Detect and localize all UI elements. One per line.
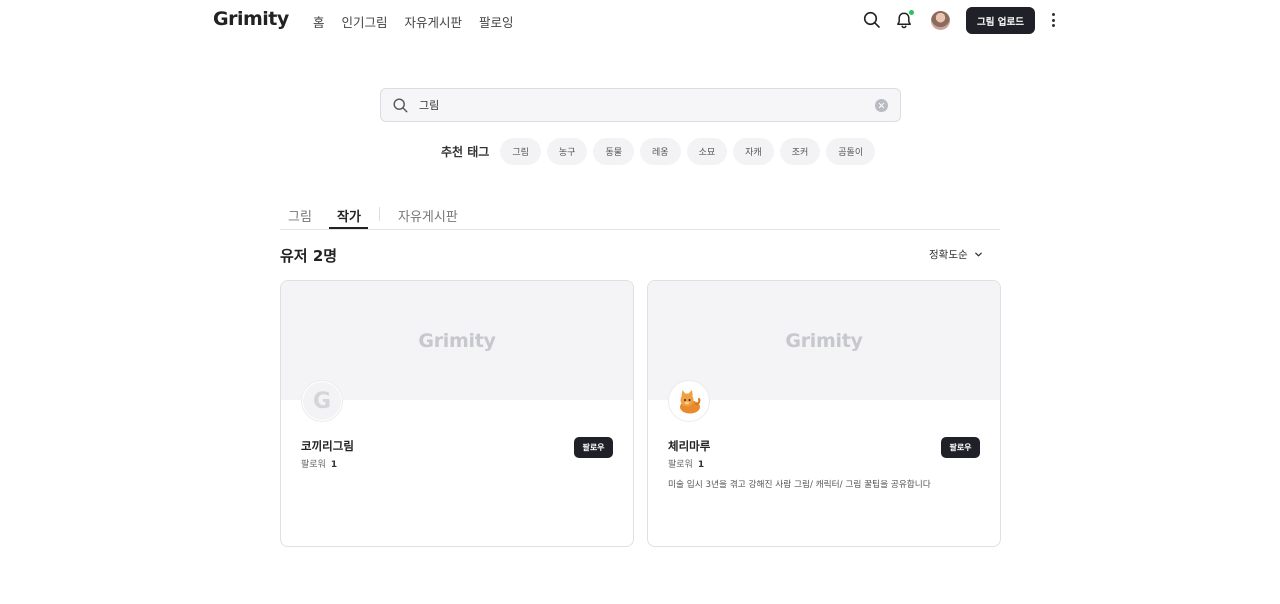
tag-chip[interactable]: 자캐 xyxy=(733,138,774,165)
follower-count: 팔로워 1 xyxy=(301,457,337,470)
banner-logo: Grimity xyxy=(785,329,863,352)
tag-chip[interactable]: 레옹 xyxy=(640,138,681,165)
follower-label: 팔로워 xyxy=(301,460,326,470)
user-name[interactable]: 코끼리그림 xyxy=(301,438,354,454)
sort-label: 정확도순 xyxy=(929,249,968,261)
tag-chip[interactable]: 곰돌이 xyxy=(826,138,876,165)
search-input[interactable] xyxy=(419,95,859,115)
user-name[interactable]: 체리마루 xyxy=(668,438,710,454)
tab-board[interactable]: 자유게시판 xyxy=(398,206,458,225)
site-logo[interactable]: Grimity xyxy=(213,8,289,30)
main-nav: 홈 인기그림 자유게시판 팔로잉 xyxy=(313,12,514,31)
result-count: 유저 2명 xyxy=(280,247,338,265)
clear-icon[interactable] xyxy=(875,99,888,112)
notification-dot xyxy=(909,10,914,15)
user-card[interactable]: Grimity G 코끼리그림 팔로워 1 팔로우 xyxy=(280,280,634,547)
user-card[interactable]: Grimity 체리마루 팔로워 1 미술 입시 3년을 겪고 강해진 사람 그림… xyxy=(647,280,1001,547)
upload-button[interactable]: 그림 업로드 xyxy=(966,7,1035,34)
default-avatar-letter: G xyxy=(303,382,341,420)
nav-item-following[interactable]: 팔로잉 xyxy=(479,12,514,31)
tag-chip[interactable]: 농구 xyxy=(546,138,588,165)
user-description: 미술 입시 3년을 겪고 강해진 사람 그림/ 캐릭터/ 그림 꿀팁을 공유합니… xyxy=(668,480,931,490)
tab-drawings[interactable]: 그림 xyxy=(288,206,312,225)
tags-title: 추천 태그 xyxy=(441,145,490,159)
follow-button[interactable]: 팔로우 xyxy=(941,437,980,458)
profile-banner: Grimity xyxy=(648,281,1000,400)
tag-chip[interactable]: 소묘 xyxy=(686,138,728,165)
bell-icon[interactable] xyxy=(894,10,914,30)
profile-banner: Grimity xyxy=(281,281,633,400)
recommended-tags: 추천 태그 그림 농구 동물 레옹 소묘 자캐 조커 곰돌이 xyxy=(441,138,881,165)
nav-item-popular[interactable]: 인기그림 xyxy=(342,12,388,31)
active-tab-indicator xyxy=(329,227,368,229)
user-avatar[interactable] xyxy=(931,11,950,30)
follower-count: 팔로워 1 xyxy=(668,457,704,470)
more-icon[interactable] xyxy=(1046,11,1060,29)
banner-logo: Grimity xyxy=(418,329,496,352)
tab-artists[interactable]: 작가 xyxy=(337,206,361,225)
tag-chip[interactable]: 동물 xyxy=(593,138,635,165)
avatar: G xyxy=(301,380,343,422)
sort-dropdown[interactable]: 정확도순 xyxy=(929,247,983,262)
search-bar xyxy=(380,88,901,122)
follower-value: 1 xyxy=(697,460,705,470)
follower-label: 팔로워 xyxy=(668,460,693,470)
search-icon[interactable] xyxy=(862,10,882,30)
follow-button[interactable]: 팔로우 xyxy=(574,437,613,458)
follower-value: 1 xyxy=(330,460,338,470)
avatar xyxy=(668,380,710,422)
tab-divider xyxy=(379,207,380,221)
chevron-down-icon xyxy=(974,252,982,257)
result-tabs: 그림 작가 자유게시판 xyxy=(280,200,1000,230)
tag-chip[interactable]: 조커 xyxy=(779,138,821,165)
cat-avatar-icon xyxy=(680,390,701,414)
top-header: Grimity 홈 인기그림 자유게시판 팔로잉 그림 업로드 xyxy=(0,0,1280,42)
search-icon xyxy=(392,97,409,114)
nav-item-home[interactable]: 홈 xyxy=(313,12,325,31)
nav-item-board[interactable]: 자유게시판 xyxy=(405,12,463,31)
tag-chip[interactable]: 그림 xyxy=(500,138,541,165)
